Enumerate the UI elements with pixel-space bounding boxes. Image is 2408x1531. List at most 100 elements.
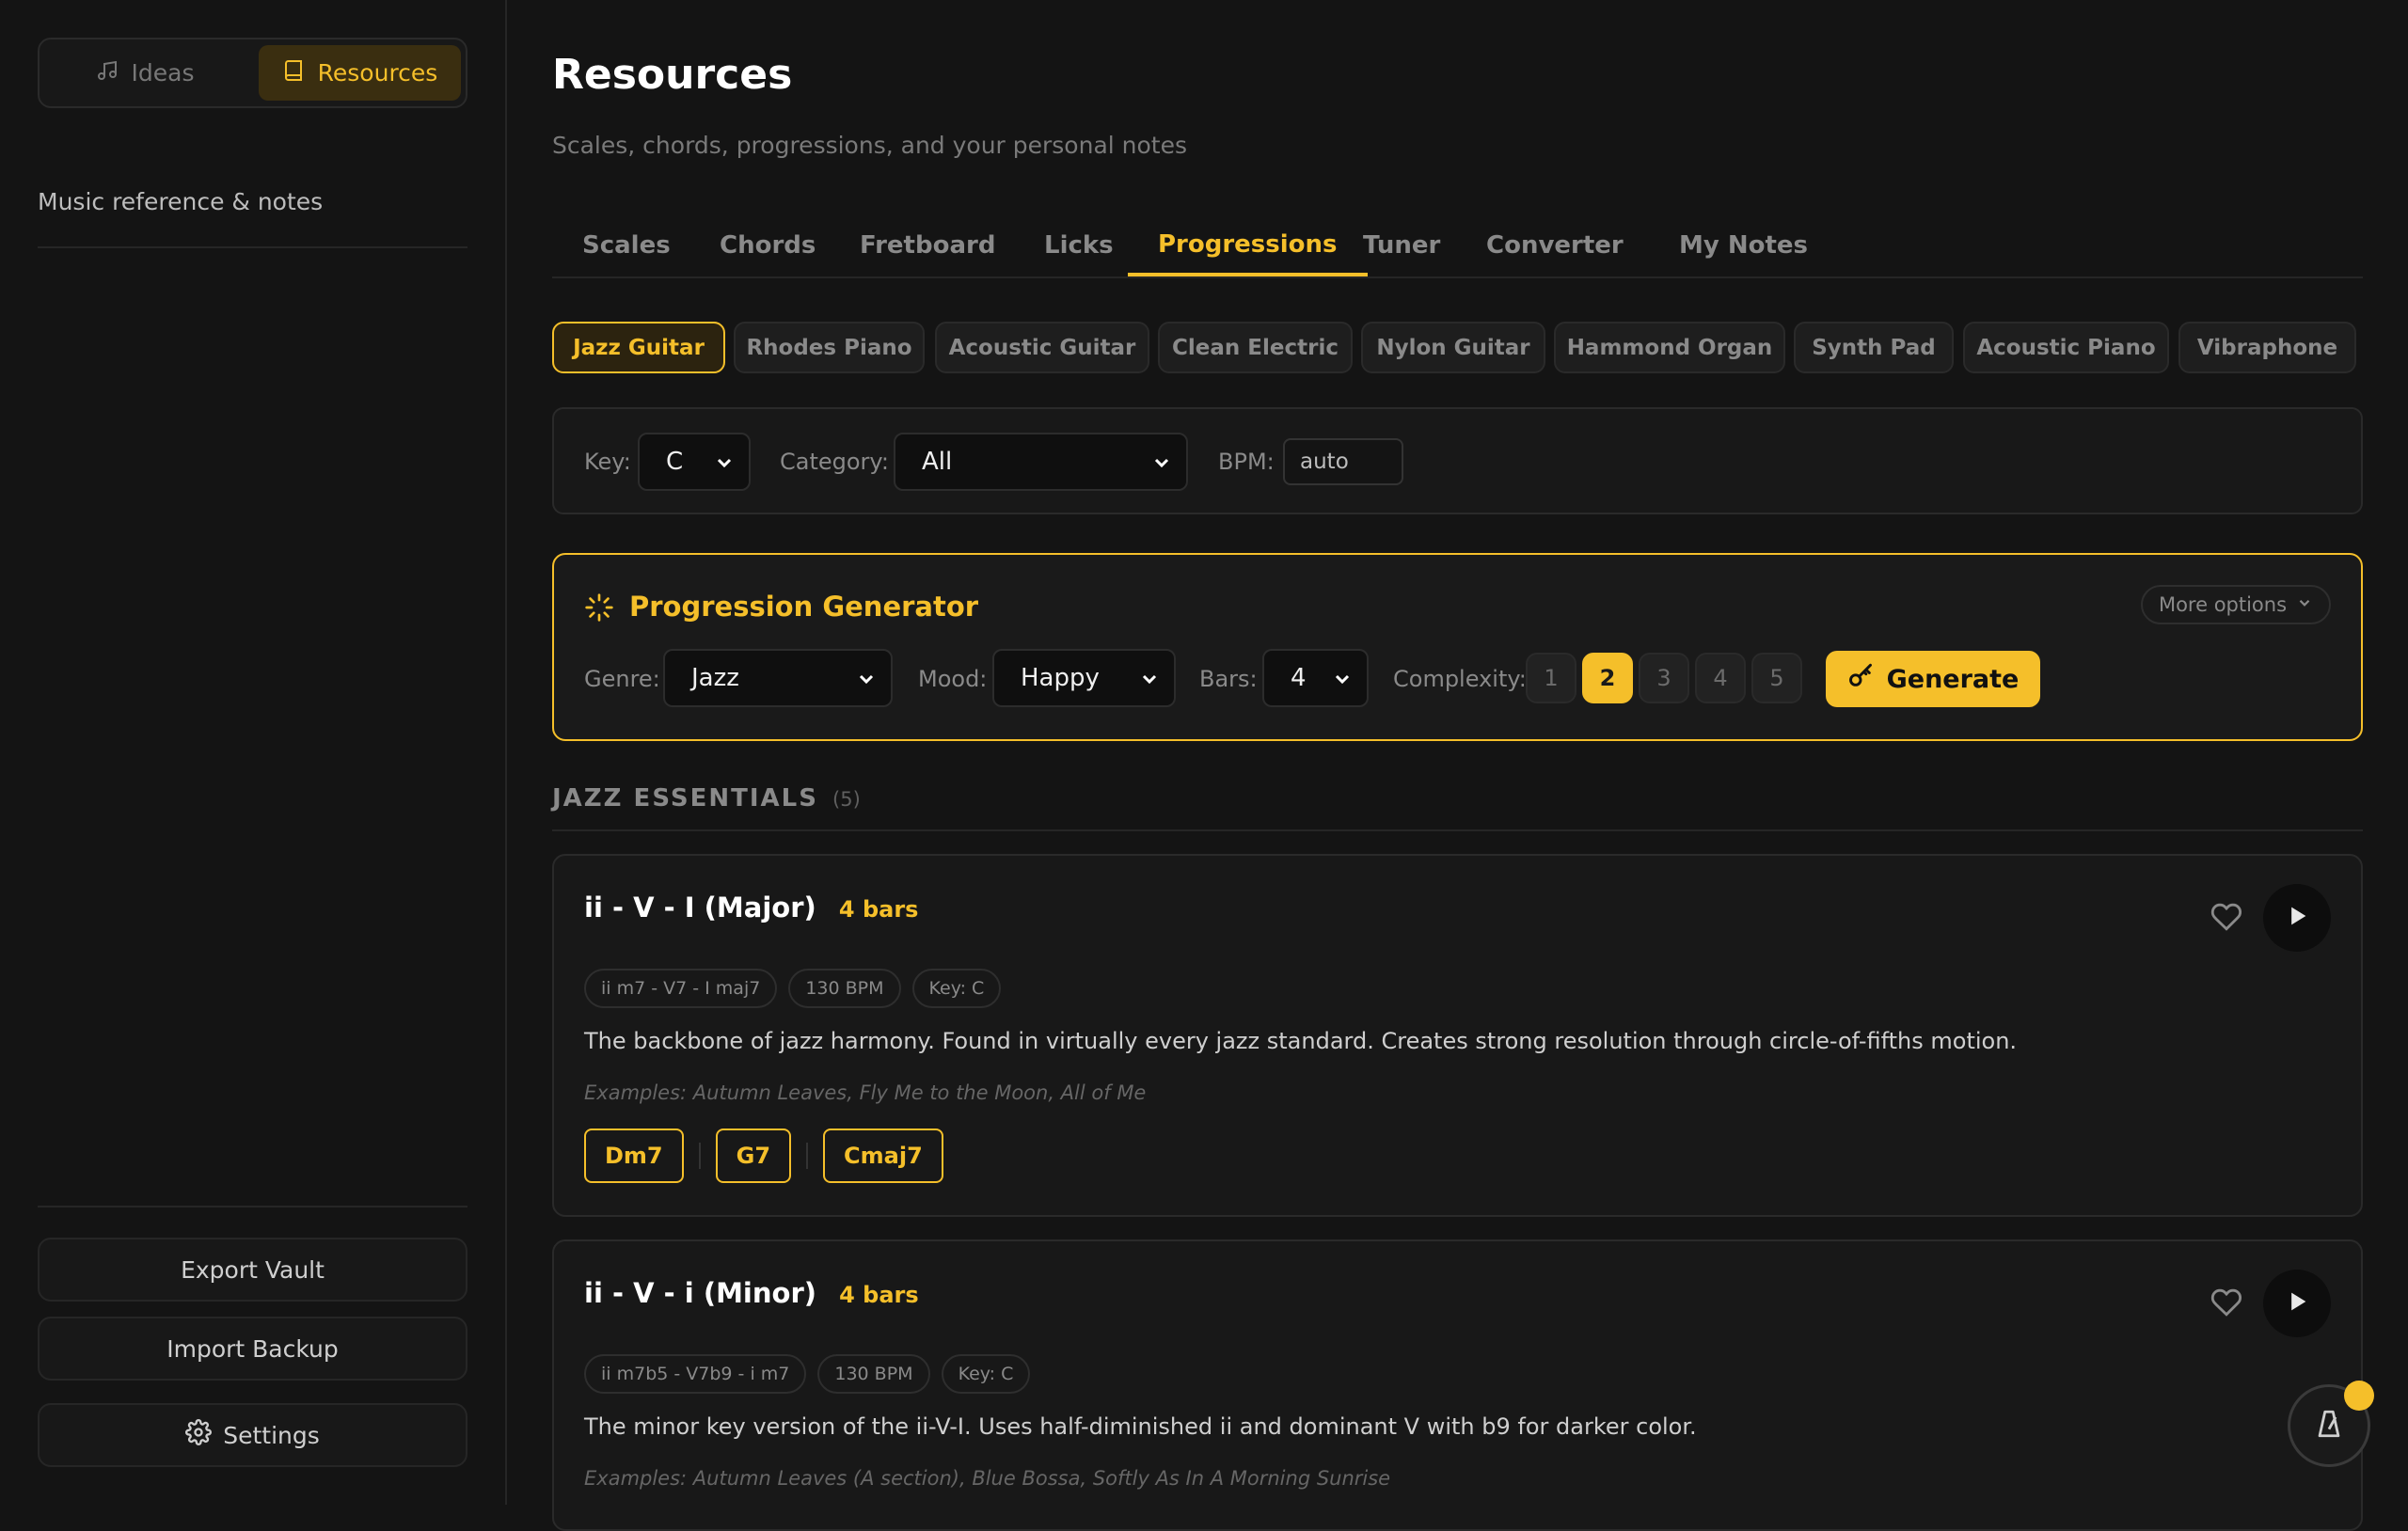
generate-label: Generate — [1886, 664, 2020, 694]
section-title: JAZZ ESSENTIALS (5) — [552, 784, 861, 813]
resources-mode-button[interactable]: Resources — [259, 45, 461, 101]
progression-examples: Examples: Autumn Leaves (A section), Blu… — [584, 1467, 1391, 1490]
complexity-5-button[interactable]: 5 — [1751, 653, 1802, 703]
import-backup-button[interactable]: Import Backup — [38, 1317, 467, 1381]
tab-scales[interactable]: Scales — [552, 216, 701, 275]
tab-licks[interactable]: Licks — [1014, 216, 1144, 275]
more-options-label: More options — [2158, 593, 2288, 616]
music-note-icon — [96, 59, 119, 87]
chevron-down-icon — [855, 668, 878, 697]
progression-bars: 4 bars — [839, 1282, 919, 1308]
bpm-label: BPM: — [1218, 449, 1275, 475]
page-subtitle: Scales, chords, progressions, and your p… — [552, 132, 1188, 159]
instrument-chip-jazz-guitar[interactable]: Jazz Guitar — [552, 322, 725, 373]
progression-bars: 4 bars — [838, 896, 919, 923]
heart-icon[interactable] — [2210, 901, 2242, 937]
bars-select-value: 4 — [1291, 664, 1307, 692]
instrument-chip-vibraphone[interactable]: Vibraphone — [2178, 322, 2356, 373]
progression-title: ii - V - i (Minor) 4 bars — [584, 1277, 919, 1309]
key-tag: Key: C — [941, 1354, 1031, 1394]
instrument-chip-rhodes-piano[interactable]: Rhodes Piano — [734, 322, 925, 373]
play-button[interactable] — [2263, 1270, 2331, 1337]
metronome-icon — [2313, 1408, 2345, 1444]
bpm-input[interactable]: auto — [1283, 438, 1403, 485]
import-backup-label: Import Backup — [166, 1334, 339, 1363]
chevron-down-icon — [1331, 668, 1354, 697]
sparkle-loader-icon — [584, 592, 614, 626]
chevron-down-icon — [2296, 593, 2313, 616]
filter-panel: Key: C Category: All BPM: auto — [552, 407, 2363, 514]
generate-button[interactable]: Generate — [1826, 651, 2040, 707]
complexity-3-button[interactable]: 3 — [1639, 653, 1689, 703]
play-icon — [2284, 1288, 2310, 1318]
key-select-value: C — [666, 448, 684, 476]
play-button[interactable] — [2263, 884, 2331, 952]
progression-description: The minor key version of the ii-V-I. Use… — [584, 1413, 1697, 1440]
more-options-button[interactable]: More options — [2141, 585, 2331, 624]
bars-label: Bars: — [1199, 666, 1258, 692]
complexity-label: Complexity: — [1393, 666, 1527, 692]
heart-icon[interactable] — [2210, 1286, 2242, 1322]
genre-select[interactable]: Jazz — [663, 649, 893, 707]
genre-label: Genre: — [584, 666, 660, 692]
category-select[interactable]: All — [894, 433, 1188, 491]
complexity-1-button[interactable]: 1 — [1526, 653, 1576, 703]
bpm-tag: 130 BPM — [817, 1354, 930, 1394]
export-vault-button[interactable]: Export Vault — [38, 1238, 467, 1302]
settings-label: Settings — [223, 1421, 320, 1449]
notification-dot — [2344, 1381, 2374, 1411]
play-icon — [2284, 903, 2310, 933]
tab-chords[interactable]: Chords — [689, 216, 846, 275]
chevron-down-icon — [713, 451, 736, 481]
complexity-4-button[interactable]: 4 — [1695, 653, 1746, 703]
mood-select[interactable]: Happy — [992, 649, 1176, 707]
tab-my-notes[interactable]: My Notes — [1649, 216, 1838, 275]
section-divider — [552, 829, 2363, 831]
instrument-chip-acoustic-guitar[interactable]: Acoustic Guitar — [935, 322, 1149, 373]
progression-name: ii - V - I (Major) — [584, 892, 816, 923]
gear-icon — [185, 1419, 213, 1451]
chevron-down-icon — [1138, 668, 1161, 697]
category-select-value: All — [922, 448, 953, 476]
progression-tags: ii m7b5 - V7b9 - i m7 130 BPM Key: C — [584, 1354, 1031, 1394]
formula-tag: ii m7b5 - V7b9 - i m7 — [584, 1354, 807, 1394]
progression-generator-panel: Progression Generator More options Genre… — [552, 553, 2363, 741]
progression-description: The backbone of jazz harmony. Found in v… — [584, 1028, 2018, 1054]
section-title-text: JAZZ ESSENTIALS — [552, 784, 818, 813]
instrument-chip-nylon-guitar[interactable]: Nylon Guitar — [1361, 322, 1545, 373]
key-select[interactable]: C — [638, 433, 751, 491]
chord-list: Dm7 G7 Cmaj7 — [584, 1129, 943, 1183]
sidebar-subtitle: Music reference & notes — [38, 188, 324, 215]
progression-title: ii - V - I (Major) 4 bars — [584, 892, 918, 923]
key-icon — [1847, 663, 1874, 696]
formula-tag: ii m7 - V7 - I maj7 — [584, 969, 778, 1008]
chord-chip[interactable]: G7 — [715, 1129, 792, 1183]
page-title: Resources — [552, 51, 793, 99]
chord-separator — [698, 1143, 701, 1169]
progression-tags: ii m7 - V7 - I maj7 130 BPM Key: C — [584, 969, 1002, 1008]
mode-toggle: Ideas Resources — [38, 38, 467, 108]
progression-card: ii - V - i (Minor) 4 bars ii m7b5 - V7b9… — [552, 1239, 2363, 1531]
ideas-mode-button[interactable]: Ideas — [45, 45, 245, 101]
tab-fretboard[interactable]: Fretboard — [830, 216, 1025, 275]
chord-chip[interactable]: Cmaj7 — [823, 1129, 943, 1183]
sidebar-divider — [38, 246, 467, 248]
tab-converter[interactable]: Converter — [1456, 216, 1654, 275]
key-label: Key: — [584, 449, 631, 475]
instrument-chip-acoustic-piano[interactable]: Acoustic Piano — [1963, 322, 2169, 373]
chevron-down-icon — [1150, 451, 1173, 481]
complexity-2-button[interactable]: 2 — [1582, 653, 1633, 703]
bars-select[interactable]: 4 — [1262, 649, 1369, 707]
sidebar: Ideas Resources Music reference & notes … — [0, 0, 507, 1505]
instrument-chip-hammond-organ[interactable]: Hammond Organ — [1554, 322, 1785, 373]
tab-tuner[interactable]: Tuner — [1333, 216, 1470, 275]
settings-button[interactable]: Settings — [38, 1403, 467, 1467]
tab-progressions[interactable]: Progressions — [1128, 216, 1368, 276]
section-count: (5) — [832, 788, 861, 811]
chord-chip[interactable]: Dm7 — [584, 1129, 684, 1183]
resources-mode-label: Resources — [317, 59, 438, 87]
book-icon — [282, 59, 305, 87]
instrument-chip-clean-electric[interactable]: Clean Electric — [1158, 322, 1353, 373]
instrument-chip-synth-pad[interactable]: Synth Pad — [1794, 322, 1954, 373]
generator-title: Progression Generator — [629, 591, 979, 623]
